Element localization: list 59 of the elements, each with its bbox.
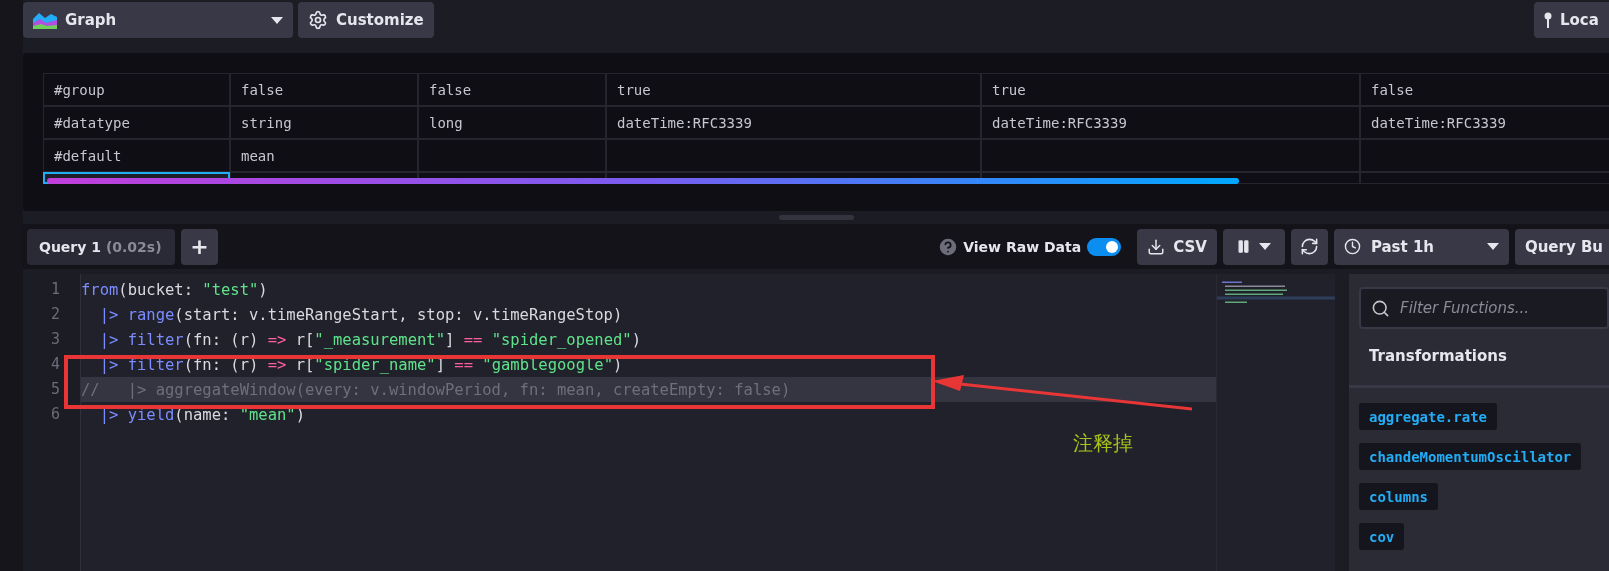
download-icon	[1147, 237, 1166, 256]
refresh-icon	[1299, 237, 1319, 256]
caret-icon	[1259, 243, 1272, 250]
area-chart-icon	[33, 11, 57, 29]
caret-icon	[1486, 243, 1499, 250]
visualization-dropdown[interactable]: Graph	[23, 2, 293, 38]
pin-icon	[1544, 12, 1552, 28]
line-number: 5	[50, 379, 61, 400]
customize-button[interactable]: Customize	[298, 2, 434, 38]
table-cell: dateTime:RFC3339	[606, 106, 981, 139]
local-button[interactable]: Loca	[1534, 2, 1609, 38]
table-cell: long	[418, 106, 606, 139]
help-icon[interactable]	[937, 235, 960, 258]
code-line: |> filter(fn: (r) => r["_measurement"] == "spider_opened")	[98, 331, 641, 349]
table-cell: true	[606, 73, 981, 106]
filter-input[interactable]: Filter Functions...	[1398, 298, 1602, 318]
table-cell: #datatype	[43, 106, 230, 139]
table-cell: dateTime:RFC3339	[1360, 106, 1609, 139]
filter-functions-field[interactable]: Filter Functions...	[1359, 287, 1609, 329]
refresh-button[interactable]	[1290, 228, 1328, 265]
table-cell: #group	[43, 73, 230, 106]
table-cell: true	[981, 73, 1360, 106]
view-raw-data-label: View Raw Data	[963, 238, 1082, 255]
function-item[interactable]: aggregate.rate	[1359, 403, 1497, 430]
function-item[interactable]: chandeMomentumOscillator	[1359, 443, 1582, 470]
query-tab[interactable]: Query 1 (0.02s)	[27, 228, 175, 265]
table-cell: mean	[230, 139, 418, 172]
line-number: 4	[50, 354, 61, 375]
table-cell: string	[230, 106, 418, 139]
resize-handle[interactable]	[778, 215, 854, 220]
time-range-dropdown[interactable]: Past 1h	[1333, 228, 1509, 265]
code-line: from(bucket: "test")	[81, 281, 268, 299]
section-heading: Transformations	[1349, 329, 1609, 388]
csv-button[interactable]: CSV	[1137, 228, 1217, 265]
add-query-button[interactable]: +	[181, 228, 218, 265]
table-cell: false	[418, 73, 606, 106]
table-cell: false	[1360, 73, 1609, 106]
code-comment: // |> aggregateWindow(every: v.windowPeriod, fn: mean, createEmpty: false)	[81, 381, 791, 399]
scroll-bar[interactable]	[47, 178, 1239, 184]
annotation-note: 注释掉	[1073, 430, 1133, 457]
pause-button[interactable]	[1222, 228, 1285, 265]
gear-icon	[308, 10, 328, 30]
code-line: |> range(start: v.timeRangeStart, stop: v.timeRangeStop)	[98, 306, 623, 324]
clock-icon	[1343, 238, 1361, 255]
pause-icon	[1236, 239, 1252, 254]
raw-data-toggle[interactable]	[1087, 237, 1122, 256]
table-cell: false	[230, 73, 418, 106]
search-icon	[1371, 298, 1390, 318]
table-cell: #default	[43, 139, 230, 172]
code-line: |> yield(name: "mean")	[98, 406, 305, 424]
query-builder-button[interactable]: Query Bu	[1514, 228, 1609, 265]
function-item[interactable]: columns	[1359, 483, 1438, 510]
table-cell: dateTime:RFC3339	[981, 106, 1360, 139]
line-number: 3	[50, 329, 61, 350]
function-item[interactable]: cov	[1359, 523, 1405, 550]
line-number: 6	[50, 404, 61, 425]
caret-icon	[271, 16, 283, 24]
line-number: 1	[50, 279, 61, 300]
line-number: 2	[50, 304, 61, 325]
